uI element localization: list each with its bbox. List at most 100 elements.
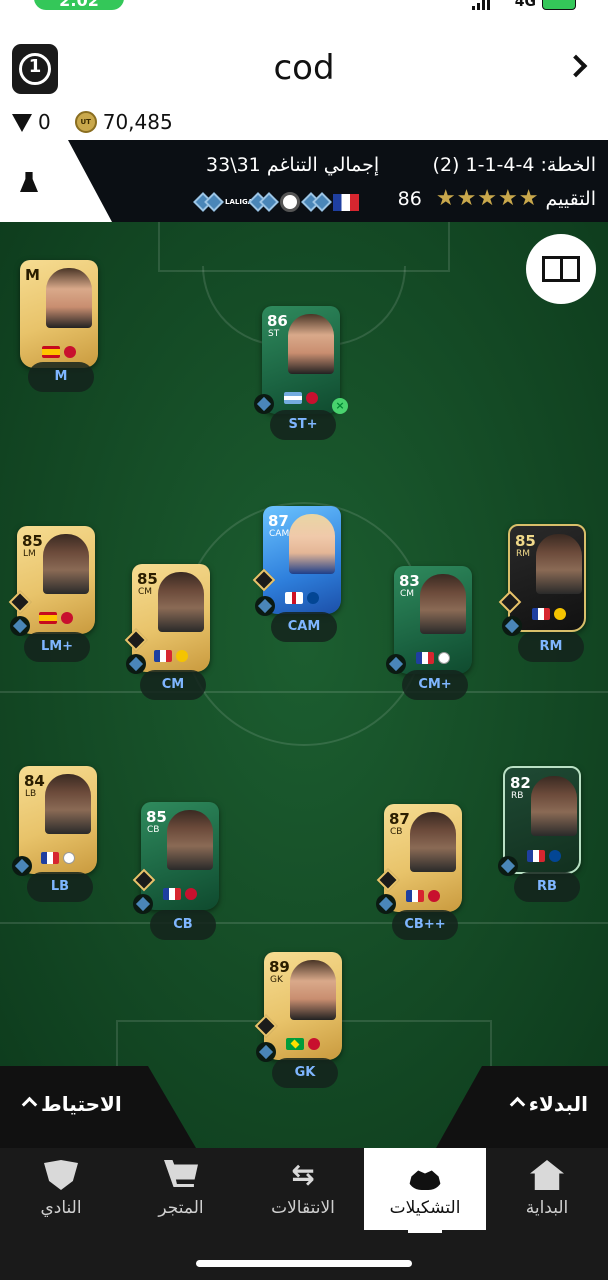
reserves-tab[interactable]: الاحتياط [0,1066,196,1148]
position-pill[interactable]: LM+ [24,632,90,662]
chemistry-diamond-icon [502,616,522,636]
position-pill[interactable]: RB [514,872,580,902]
player-card-cb-right[interactable]: 87 CB [384,804,462,912]
nation-flag-icon [406,890,424,902]
card-rating: 89 [269,958,290,976]
position-pill[interactable]: RM [518,632,584,662]
player-card-cm-right[interactable]: 83 CM [394,566,472,674]
chemistry-diamond-icon [498,856,518,876]
nav-transfers[interactable]: ⇆ الانتقالات [242,1148,364,1230]
chemistry-diamond-icon [256,1042,276,1062]
status-bar: 2:02 4G [0,0,608,14]
position-pill[interactable]: LB [27,872,93,902]
pitch-line [158,222,450,272]
cart-icon [164,1160,198,1187]
home-indicator [196,1260,412,1267]
player-card-lm[interactable]: 85 LM [17,526,95,634]
chemistry-tab[interactable] [0,140,112,222]
player-card-st[interactable]: 86 ST [262,306,340,414]
player-card-lb[interactable]: 84 LB [19,766,97,874]
currency-row: 0 UT 70,485 [12,110,173,134]
subs-tab[interactable]: البدلاء [436,1066,608,1148]
position-pill[interactable]: ST+ [270,410,336,440]
card-badges [510,608,584,620]
player-card-unrated-manager[interactable]: M [20,260,98,368]
player-photo [158,572,204,632]
swap-arrows-icon: ⇆ [291,1158,315,1191]
nav-label: البداية [525,1198,569,1218]
people-icon [408,1170,442,1190]
nation-flag-icon [39,612,57,624]
chemistry-diamond-icon [254,394,274,414]
home-icon [530,1160,564,1190]
card-position: CM [138,587,153,597]
position-pill[interactable]: M [28,362,94,392]
fut-points-icon [12,114,32,132]
club-crest-icon [306,392,318,404]
nation-flag-icon [42,346,60,358]
player-photo [536,534,582,594]
card-rating: 83 [399,572,420,590]
player-photo [290,960,336,1020]
player-card-cam[interactable]: 87 CAM [263,506,341,614]
player-card-gk[interactable]: 89 GK [264,952,342,1060]
position-pill[interactable]: CM [140,670,206,700]
rating-stars: ★★★★★ [435,186,540,211]
nav-label: الانتقالات [271,1198,335,1218]
chem-diamond-icon [193,192,224,212]
club-crest-icon [63,852,75,864]
player-card-cm-left[interactable]: 85 CM [132,564,210,672]
club-icon [44,1160,78,1190]
active-indicator [408,1228,442,1233]
chevron-up-icon [509,1096,526,1113]
position-pill[interactable]: CAM [271,612,337,642]
club-crest-icon [554,608,566,620]
formation-label[interactable]: الخطة: 4-4-1-1 (2) [433,154,596,176]
pitch-view-button[interactable] [526,234,596,304]
status-time: 2:02 [34,0,124,10]
card-badges [20,346,98,358]
chemistry-diamond-icon [386,654,406,674]
card-rating: 85 [515,532,536,550]
club-crest-icon [428,890,440,902]
position-pill[interactable]: CM+ [402,670,468,700]
flask-icon [20,172,38,192]
card-rating: 85 [146,808,167,826]
nav-club[interactable]: النادي [0,1148,122,1230]
card-position: CB [390,827,403,837]
card-rating: 85 [22,532,43,550]
player-card-rm[interactable]: 85 RM [508,524,586,632]
nav-home[interactable]: البداية [486,1148,608,1230]
squad-title[interactable]: cod [0,48,608,88]
pitch-icon [542,256,580,282]
club-crest-icon [308,1038,320,1050]
card-rating: 86 [267,312,288,330]
card-rating: 87 [389,810,410,828]
card-position: RM [516,549,531,559]
france-flag-icon [333,193,359,211]
battery-icon [542,0,576,10]
player-photo [288,314,334,374]
position-pill[interactable]: CB++ [392,910,458,940]
laliga-logo-icon: LALIGA [225,198,254,206]
nav-squads[interactable]: التشكيلات [364,1148,486,1230]
card-position: CAM [269,529,290,539]
position-pill[interactable]: CB [150,910,216,940]
card-position: CB [147,825,160,835]
bench-bar: الاحتياط البدلاء [0,1066,608,1148]
player-photo [420,574,466,634]
card-position: RB [511,791,524,801]
chem-diamond-icon [301,192,332,212]
club-crest-icon [64,346,76,358]
card-position: ST [268,329,280,339]
pitch-line [0,922,608,924]
player-photo [45,774,91,834]
card-rating: 84 [24,772,45,790]
player-photo [410,812,456,872]
player-card-cb-left[interactable]: 85 CB [141,802,219,910]
chemistry-diamond-icon [376,894,396,914]
card-rating: 87 [268,512,289,530]
player-photo [167,810,213,870]
nav-label: المتجر [158,1198,204,1218]
nav-store[interactable]: المتجر [120,1148,242,1230]
